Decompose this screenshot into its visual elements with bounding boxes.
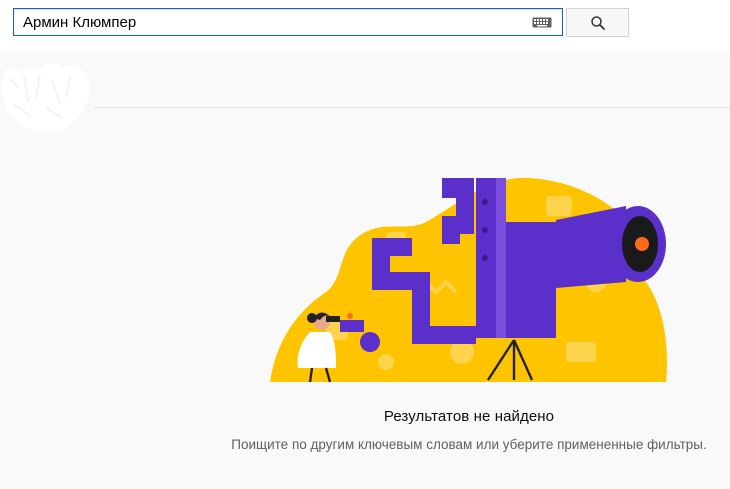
top-bar	[0, 0, 730, 52]
no-results-illustration	[270, 177, 668, 383]
keyboard-icon[interactable]	[532, 17, 552, 28]
divider	[94, 107, 730, 108]
magnifier-icon	[590, 15, 605, 30]
no-results-title: Результатов не найдено	[383, 408, 555, 425]
search-input[interactable]	[14, 9, 514, 35]
search-box[interactable]	[13, 8, 563, 36]
channel-avatar-placeholder	[1, 62, 90, 132]
no-results-hint: Поищите по другим ключевым словам или уб…	[231, 437, 707, 452]
search-button[interactable]	[566, 8, 629, 37]
